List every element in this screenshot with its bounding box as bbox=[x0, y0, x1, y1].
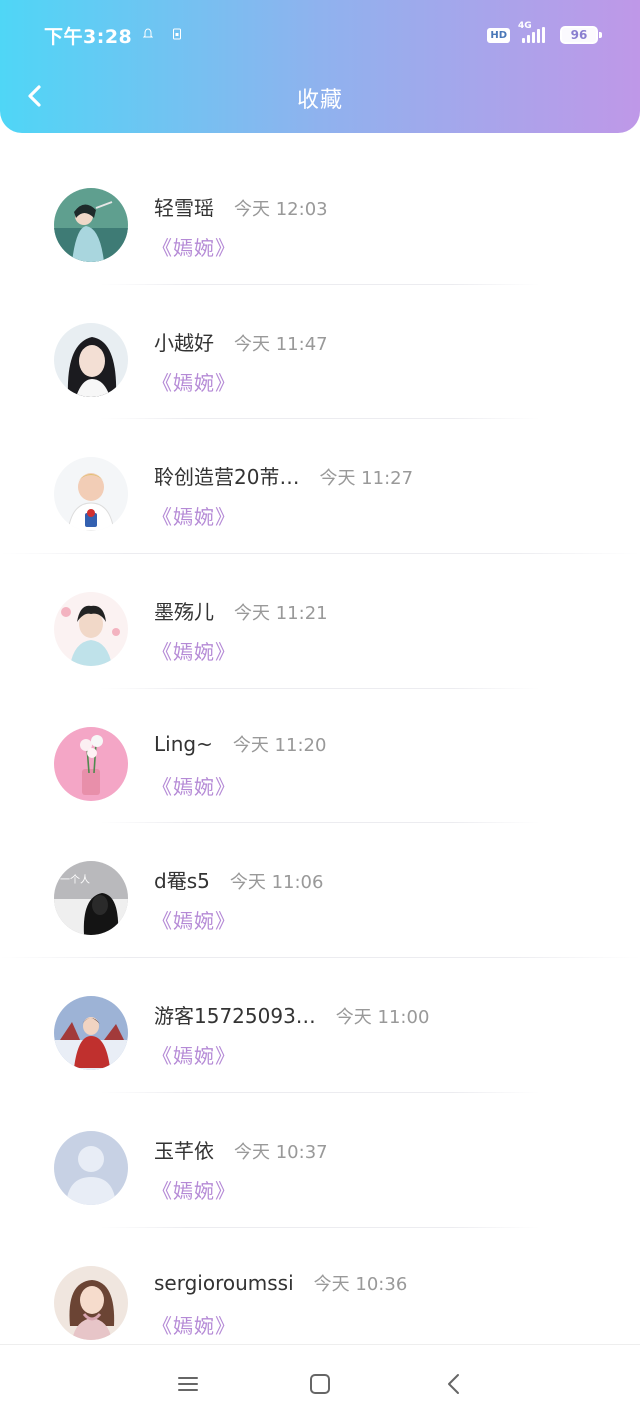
item-header: 小越好 今天 11:47 bbox=[154, 327, 328, 356]
favorite-time: 今天 11:06 bbox=[229, 872, 324, 894]
user-name: 游客15725093… bbox=[154, 1004, 316, 1029]
avatar[interactable] bbox=[54, 726, 128, 801]
favorite-item[interactable]: sergioroumssi 今天 10:36 《嫣婉》 bbox=[0, 1228, 640, 1363]
work-title[interactable]: 《嫣婉》 bbox=[152, 232, 236, 261]
favorite-time: 今天 11:27 bbox=[319, 468, 414, 490]
user-name: d罨s5 bbox=[154, 869, 210, 894]
avatar[interactable] bbox=[54, 457, 128, 532]
avatar-caption: 一个人 bbox=[60, 874, 90, 886]
battery-indicator: 96 bbox=[560, 26, 602, 44]
user-name: 墨殇儿 bbox=[154, 600, 214, 625]
status-bar: 下午3:28 HD 4G 96 bbox=[0, 0, 640, 70]
item-header: 轻雪瑶 今天 12:03 bbox=[154, 192, 328, 221]
favorite-time: 今天 11:47 bbox=[234, 333, 328, 355]
user-name: 轻雪瑶 bbox=[154, 196, 214, 220]
battery-level: 96 bbox=[570, 28, 588, 42]
status-right-group: HD 4G 96 bbox=[487, 21, 602, 46]
work-title[interactable]: 《嫣婉》 bbox=[152, 1310, 236, 1339]
item-header: Ling~ 今天 11:20 bbox=[154, 731, 326, 757]
favorite-item[interactable]: 聆创造营20芾… 今天 11:27 《嫣婉》 bbox=[0, 419, 640, 555]
user-name: sergioroumssi bbox=[154, 1270, 294, 1295]
favorite-item[interactable]: 小越好 今天 11:47 《嫣婉》 bbox=[0, 285, 640, 420]
work-title[interactable]: 《嫣婉》 bbox=[152, 1040, 236, 1069]
favorite-item[interactable]: 游客15725093… 今天 11:00 《嫣婉》 bbox=[0, 958, 640, 1093]
favorite-item[interactable]: 一个人 d罨s5 今天 11:06 《嫣婉》 bbox=[0, 823, 640, 959]
avatar[interactable] bbox=[54, 1130, 128, 1205]
item-header: 游客15725093… 今天 11:00 bbox=[154, 1000, 429, 1029]
sim-icon bbox=[173, 28, 181, 40]
favorite-item[interactable]: 玉芊依 今天 10:37 《嫣婉》 bbox=[0, 1093, 640, 1228]
favorite-item[interactable]: 墨殇儿 今天 11:21 《嫣婉》 bbox=[0, 554, 640, 689]
item-header: d罨s5 今天 11:06 bbox=[154, 865, 323, 894]
home-square-icon[interactable] bbox=[307, 1371, 333, 1397]
avatar[interactable] bbox=[54, 188, 128, 262]
page-title: 收藏 bbox=[296, 88, 343, 113]
avatar[interactable] bbox=[54, 592, 128, 667]
item-header: sergioroumssi 今天 10:36 bbox=[154, 1270, 407, 1296]
favorite-time: 今天 11:21 bbox=[234, 603, 328, 625]
favorite-time: 今天 11:20 bbox=[232, 734, 327, 756]
work-title[interactable]: 《嫣婉》 bbox=[152, 905, 236, 934]
user-name: 玉芊依 bbox=[154, 1138, 214, 1163]
avatar[interactable]: 一个人 bbox=[54, 861, 128, 936]
user-name: 聆创造营20芾… bbox=[154, 465, 300, 490]
favorite-item[interactable]: 轻雪瑶 今天 12:03 《嫣婉》 bbox=[0, 150, 640, 285]
favorite-time: 今天 10:36 bbox=[313, 1273, 408, 1295]
hd-badge: HD bbox=[487, 27, 510, 43]
avatar[interactable] bbox=[54, 322, 128, 397]
menu-icon[interactable] bbox=[175, 1371, 201, 1397]
favorite-time: 今天 12:03 bbox=[234, 199, 328, 220]
favorite-item[interactable]: Ling~ 今天 11:20 《嫣婉》 bbox=[0, 689, 640, 824]
avatar[interactable] bbox=[54, 996, 128, 1071]
signal-icon: 4G bbox=[518, 21, 552, 43]
item-header: 玉芊依 今天 10:37 bbox=[154, 1135, 328, 1164]
favorites-list: 轻雪瑶 今天 12:03 《嫣婉》 小越好 今天 11:47 《嫣婉》 聆创造营… bbox=[0, 150, 640, 1362]
item-header: 墨殇儿 今天 11:21 bbox=[154, 596, 328, 625]
user-name: Ling~ bbox=[154, 731, 213, 756]
system-nav-bar bbox=[0, 1344, 640, 1422]
app-header: 下午3:28 HD 4G 96 收藏 bbox=[0, 0, 640, 133]
notification-icon bbox=[143, 28, 153, 38]
work-title[interactable]: 《嫣婉》 bbox=[152, 501, 236, 530]
work-title[interactable]: 《嫣婉》 bbox=[152, 367, 236, 396]
work-title[interactable]: 《嫣婉》 bbox=[152, 771, 236, 800]
work-title[interactable]: 《嫣婉》 bbox=[152, 1175, 236, 1204]
back-triangle-icon[interactable] bbox=[441, 1371, 467, 1397]
network-type: 4G bbox=[518, 21, 532, 31]
favorite-time: 今天 11:00 bbox=[335, 1007, 430, 1029]
status-time: 下午3:28 bbox=[44, 26, 133, 48]
work-title[interactable]: 《嫣婉》 bbox=[152, 636, 236, 665]
favorite-time: 今天 10:37 bbox=[234, 1141, 328, 1163]
user-name: 小越好 bbox=[154, 330, 214, 355]
item-header: 聆创造营20芾… 今天 11:27 bbox=[154, 461, 413, 490]
avatar[interactable] bbox=[54, 1265, 128, 1340]
